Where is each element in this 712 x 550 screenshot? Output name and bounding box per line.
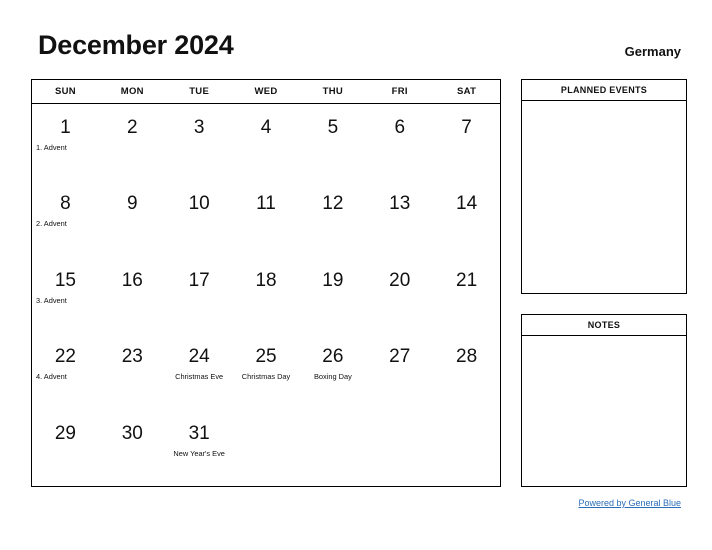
calendar-day-cell[interactable]: 19	[299, 257, 366, 333]
calendar-day-cell-empty	[299, 410, 366, 486]
calendar-day-cell[interactable]: 27	[366, 333, 433, 409]
day-number: 27	[389, 346, 411, 368]
calendar-day-cell-empty	[433, 410, 500, 486]
country-label: Germany	[624, 44, 681, 59]
day-number: 4	[260, 117, 272, 138]
day-event-label: 4. Advent	[36, 372, 67, 382]
day-number: 20	[389, 269, 411, 291]
day-number: 28	[456, 346, 478, 368]
day-number: 15	[54, 269, 76, 291]
calendar-day-cell[interactable]: 3	[166, 104, 233, 180]
calendar-day-cell[interactable]: 6	[366, 104, 433, 180]
notes-body[interactable]	[522, 336, 686, 486]
day-number: 17	[188, 269, 210, 291]
weekday-header-sat: SAT	[456, 86, 477, 97]
day-number: 1	[60, 117, 71, 138]
calendar-day-cell[interactable]: 18	[233, 257, 300, 333]
day-number: 30	[121, 422, 143, 444]
calendar-day-cell[interactable]: 25 Christmas Day	[233, 333, 300, 409]
calendar-day-cell[interactable]: 29	[32, 410, 99, 486]
weekday-header-sun: SUN	[54, 86, 76, 97]
weekday-header-row: SUN MON TUE WED THU FRI SAT	[32, 80, 500, 104]
calendar-day-cell[interactable]: 30	[99, 410, 166, 486]
day-number: 2	[127, 117, 138, 138]
day-number: 10	[188, 193, 210, 215]
calendar-day-cell[interactable]: 9	[99, 180, 166, 256]
calendar-day-cell[interactable]: 23	[99, 333, 166, 409]
calendar-day-cell[interactable]: 17	[166, 257, 233, 333]
day-number: 31	[188, 422, 210, 444]
day-number: 24	[188, 346, 210, 368]
day-event-label: 2. Advent	[36, 219, 67, 229]
day-event-label: New Year's Eve	[173, 448, 225, 458]
day-event-label: 3. Advent	[36, 295, 67, 305]
calendar-day-cell[interactable]: 10	[166, 180, 233, 256]
planned-events-panel: PLANNED EVENTS	[521, 79, 687, 294]
calendar-day-cell[interactable]: 11	[233, 180, 300, 256]
planned-events-title: PLANNED EVENTS	[522, 80, 686, 101]
calendar-day-cell[interactable]: 31 New Year's Eve	[166, 410, 233, 486]
calendar-day-cell[interactable]: 20	[366, 257, 433, 333]
calendar-day-cell[interactable]: 24 Christmas Eve	[166, 333, 233, 409]
day-number: 19	[322, 269, 344, 291]
day-number: 12	[322, 193, 344, 215]
calendar-day-cell[interactable]: 1 1. Advent	[32, 104, 99, 180]
day-number: 11	[256, 193, 276, 215]
calendar-day-cell[interactable]: 16	[99, 257, 166, 333]
planned-events-body[interactable]	[522, 101, 686, 293]
calendar-grid: SUN MON TUE WED THU FRI SAT 1 1. Advent 2 3 4 5 6 7 8 2…	[31, 79, 501, 487]
day-event-label: Boxing Day	[313, 372, 352, 382]
calendar-day-cell[interactable]: 22 4. Advent	[32, 333, 99, 409]
calendar-day-cell[interactable]: 8 2. Advent	[32, 180, 99, 256]
calendar-week-row: 22 4. Advent 23 24 Christmas Eve 25 Christmas …	[32, 333, 500, 409]
page-title: December 2024	[38, 30, 234, 60]
weekday-header-thu: THU	[322, 86, 344, 97]
day-number: 22	[54, 346, 76, 368]
calendar-week-row: 1 1. Advent 2 3 4 5 6 7	[32, 104, 500, 180]
calendar-day-cell[interactable]: 15 3. Advent	[32, 257, 99, 333]
notes-panel: NOTES	[521, 314, 687, 487]
day-number: 8	[60, 193, 71, 215]
day-number: 29	[54, 422, 76, 444]
day-number: 7	[461, 117, 472, 138]
day-number: 16	[121, 269, 143, 291]
powered-by-link[interactable]: Powered by General Blue	[578, 498, 681, 508]
calendar-day-cell[interactable]: 13	[366, 180, 433, 256]
day-number: 5	[327, 117, 339, 138]
day-number: 26	[322, 346, 344, 368]
weekday-header-fri: FRI	[391, 86, 408, 97]
day-number: 25	[255, 346, 277, 368]
day-number: 18	[255, 269, 277, 291]
calendar-day-cell[interactable]: 2	[99, 104, 166, 180]
day-number: 3	[193, 117, 205, 138]
calendar-day-cell-empty	[233, 410, 300, 486]
day-number: 6	[394, 117, 406, 138]
calendar-day-cell[interactable]: 26 Boxing Day	[299, 333, 366, 409]
calendar-day-cell[interactable]: 5	[299, 104, 366, 180]
calendar-day-cell[interactable]: 4	[233, 104, 300, 180]
calendar-week-row: 15 3. Advent 16 17 18 19 20 21	[32, 257, 500, 333]
day-event-label: Christmas Eve	[175, 372, 224, 382]
day-number: 9	[127, 193, 138, 215]
day-number: 23	[121, 346, 143, 368]
calendar-day-cell[interactable]: 7	[433, 104, 500, 180]
weekday-header-mon: MON	[120, 86, 144, 97]
day-number: 14	[456, 193, 478, 215]
calendar-week-row: 29 30 31 New Year's Eve	[32, 410, 500, 486]
calendar-week-row: 8 2. Advent 9 10 11 12 13 14	[32, 180, 500, 256]
calendar-day-cell[interactable]: 28	[433, 333, 500, 409]
day-number: 21	[456, 269, 478, 291]
calendar-day-cell[interactable]: 12	[299, 180, 366, 256]
calendar-day-cell[interactable]: 21	[433, 257, 500, 333]
day-number: 13	[389, 193, 411, 215]
notes-title: NOTES	[522, 315, 686, 336]
day-event-label: Christmas Day	[241, 372, 291, 382]
calendar-day-cell-empty	[366, 410, 433, 486]
weekday-header-tue: TUE	[189, 86, 210, 97]
weekday-header-wed: WED	[254, 86, 278, 97]
day-event-label: 1. Advent	[36, 143, 67, 152]
calendar-day-cell[interactable]: 14	[433, 180, 500, 256]
calendar-weeks: 1 1. Advent 2 3 4 5 6 7 8 2. Advent 9 10 11 12 13 14 15 3…	[32, 104, 500, 486]
